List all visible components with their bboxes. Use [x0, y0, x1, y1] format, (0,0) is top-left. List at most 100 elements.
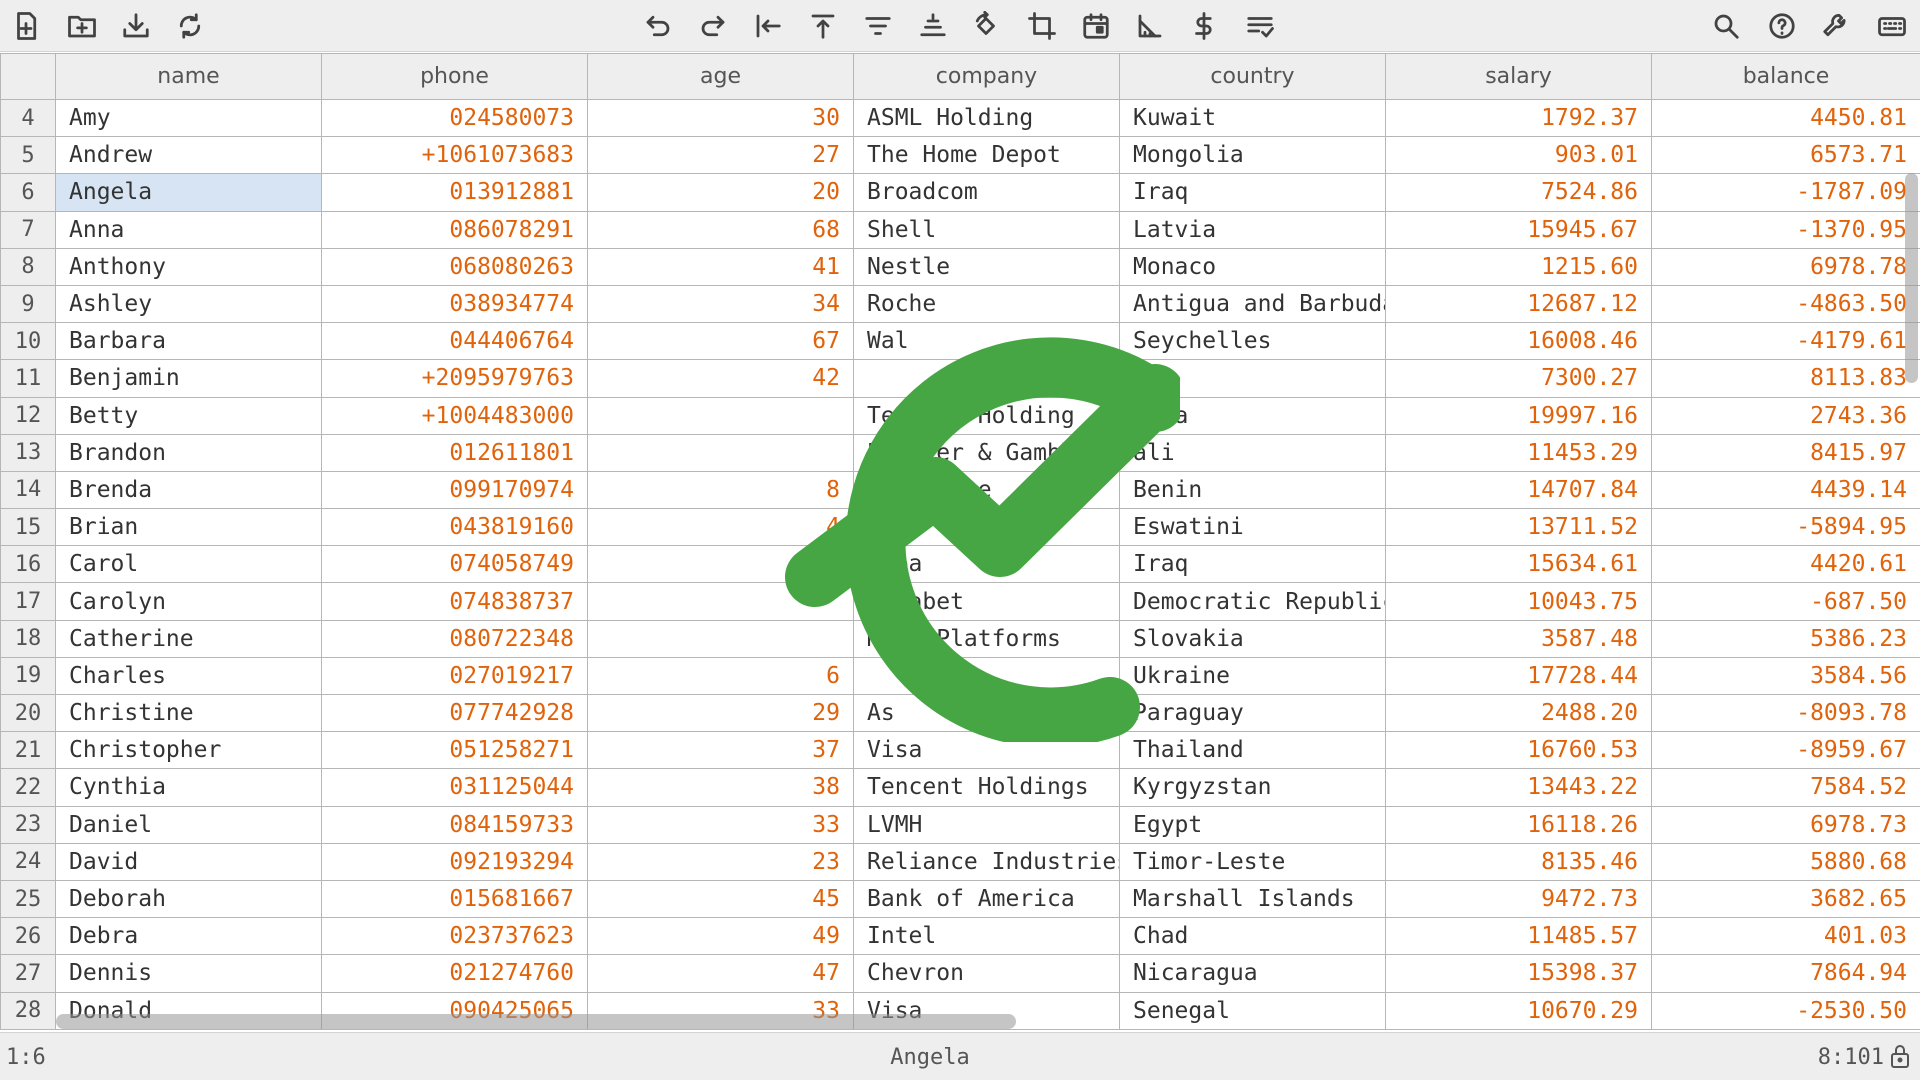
row-number[interactable]: 21 — [0, 731, 56, 770]
cell-age[interactable] — [587, 582, 854, 621]
cell-age[interactable]: 6 — [587, 656, 854, 696]
cell-phone[interactable]: 012611801 — [321, 433, 588, 472]
cell-phone[interactable]: 068080263 — [321, 247, 588, 286]
cell-salary[interactable]: 17728.44 — [1385, 656, 1652, 696]
cell-phone[interactable]: 043819160 — [321, 508, 588, 547]
cell-phone[interactable]: 084159733 — [321, 805, 588, 844]
cell-salary[interactable]: 11485.57 — [1385, 917, 1652, 956]
align-top-icon[interactable] — [805, 8, 841, 44]
cell-balance[interactable]: -687.50 — [1651, 582, 1920, 621]
cell-company[interactable]: baba — [853, 545, 1120, 584]
table-row[interactable]: 15 Brian 043819160 4 Eswatini 13711.52 -5894.9… — [0, 508, 1920, 547]
cell-company[interactable]: Wal — [853, 322, 1120, 361]
cell-age[interactable]: 33 — [587, 805, 854, 844]
cell-age[interactable]: 20 — [587, 173, 854, 212]
cell-name[interactable]: Amy — [55, 98, 322, 138]
cell-company[interactable]: LVMH — [853, 805, 1120, 844]
cell-salary[interactable]: 7300.27 — [1385, 359, 1652, 398]
cell-age[interactable] — [587, 619, 854, 658]
cell-salary[interactable]: 15634.61 — [1385, 545, 1652, 584]
cell-country[interactable]: ali — [1119, 433, 1386, 472]
table-row[interactable]: 27 Dennis 021274760 47 Chevron Nicaragua 15398… — [0, 954, 1920, 993]
spreadsheet-grid[interactable]: name phone age company country salary ba… — [0, 53, 1920, 1032]
cell-age[interactable] — [587, 396, 854, 435]
column-header[interactable]: company — [853, 53, 1120, 100]
cell-balance[interactable]: 4439.14 — [1651, 470, 1920, 510]
search-icon[interactable] — [1708, 8, 1744, 44]
row-number[interactable]: 23 — [0, 805, 56, 844]
cell-balance[interactable]: -4179.61 — [1651, 322, 1920, 361]
cell-age[interactable]: 47 — [587, 954, 854, 993]
cell-country[interactable]: Senegal — [1119, 991, 1386, 1030]
angle-icon[interactable] — [1132, 8, 1168, 44]
download-icon[interactable] — [118, 8, 154, 44]
row-number[interactable]: 20 — [0, 693, 56, 733]
cell-name[interactable]: Anthony — [55, 247, 322, 286]
cell-phone[interactable]: +1004483000 — [321, 396, 588, 435]
cell-balance[interactable]: -8093.78 — [1651, 693, 1920, 733]
cell-balance[interactable]: 6573.71 — [1651, 136, 1920, 175]
cell-balance[interactable]: 401.03 — [1651, 917, 1920, 956]
table-row[interactable]: 22 Cynthia 031125044 38 Tencent Holdings Kyrg… — [0, 768, 1920, 807]
cell-salary[interactable]: 13711.52 — [1385, 508, 1652, 547]
dollar-icon[interactable] — [1186, 8, 1222, 44]
cell-company[interactable] — [853, 656, 1120, 696]
row-number[interactable]: 18 — [0, 619, 56, 658]
row-number[interactable]: 19 — [0, 656, 56, 696]
cell-balance[interactable]: -1370.95 — [1651, 210, 1920, 249]
redo-icon[interactable] — [695, 8, 731, 44]
cell-name[interactable]: Anna — [55, 210, 322, 249]
cell-name[interactable]: Deborah — [55, 879, 322, 919]
table-row[interactable]: 24 David 092193294 23 Reliance Industries Tim… — [0, 842, 1920, 881]
cell-balance[interactable]: -1787.09 — [1651, 173, 1920, 212]
cell-phone[interactable]: +2095979763 — [321, 359, 588, 398]
cell-phone[interactable]: 027019217 — [321, 656, 588, 696]
row-number[interactable]: 28 — [0, 991, 56, 1030]
row-number[interactable]: 26 — [0, 917, 56, 956]
cell-name[interactable]: Andrew — [55, 136, 322, 175]
cell-company[interactable]: As — [853, 693, 1120, 733]
cell-age[interactable] — [587, 433, 854, 472]
cell-phone[interactable]: 099170974 — [321, 470, 588, 510]
cell-balance[interactable]: 5386.23 — [1651, 619, 1920, 658]
table-row[interactable]: 10 Barbara 044406764 67 Wal Seychelles 16008.4… — [0, 322, 1920, 361]
row-number[interactable]: 24 — [0, 842, 56, 881]
row-number[interactable]: 15 — [0, 508, 56, 547]
cell-salary[interactable]: 7524.86 — [1385, 173, 1652, 212]
cell-name[interactable]: Betty — [55, 396, 322, 435]
refresh-icon[interactable] — [172, 8, 208, 44]
cell-salary[interactable]: 19997.16 — [1385, 396, 1652, 435]
cell-salary[interactable]: 12687.12 — [1385, 284, 1652, 324]
cell-age[interactable]: 68 — [587, 210, 854, 249]
cell-age[interactable]: 34 — [587, 284, 854, 324]
cell-name[interactable]: Christopher — [55, 731, 322, 770]
column-header[interactable]: age — [587, 53, 854, 100]
column-header[interactable]: balance — [1651, 53, 1920, 100]
cell-phone[interactable]: 044406764 — [321, 322, 588, 361]
cell-company[interactable]: Shell — [853, 210, 1120, 249]
cell-balance[interactable]: 3584.56 — [1651, 656, 1920, 696]
cell-phone[interactable]: 023737623 — [321, 917, 588, 956]
cell-company[interactable]: Broadcom — [853, 173, 1120, 212]
cell-age[interactable]: 29 — [587, 693, 854, 733]
cell-country[interactable]: Mongolia — [1119, 136, 1386, 175]
cell-company[interactable] — [853, 508, 1120, 547]
table-row[interactable]: 25 Deborah 015681667 45 Bank of America Marsh… — [0, 879, 1920, 919]
cell-salary[interactable]: 14707.84 — [1385, 470, 1652, 510]
cell-company[interactable]: The Home Depot — [853, 136, 1120, 175]
cell-name[interactable]: Barbara — [55, 322, 322, 361]
cell-company[interactable]: Roche — [853, 284, 1120, 324]
row-number[interactable]: 10 — [0, 322, 56, 361]
cell-phone[interactable]: 074058749 — [321, 545, 588, 584]
row-number[interactable]: 6 — [0, 173, 56, 212]
cell-balance[interactable]: 8415.97 — [1651, 433, 1920, 472]
keyboard-icon[interactable] — [1874, 8, 1910, 44]
cell-name[interactable]: Debra — [55, 917, 322, 956]
cell-phone[interactable]: 024580073 — [321, 98, 588, 138]
cell-salary[interactable]: 16118.26 — [1385, 805, 1652, 844]
cell-country[interactable]: ania — [1119, 396, 1386, 435]
cell-company[interactable]: ASML Holding — [853, 98, 1120, 138]
vertical-scrollbar[interactable] — [1905, 173, 1918, 383]
cell-company[interactable]: Procter & Gambl — [853, 433, 1120, 472]
cell-balance[interactable]: 7584.52 — [1651, 768, 1920, 807]
